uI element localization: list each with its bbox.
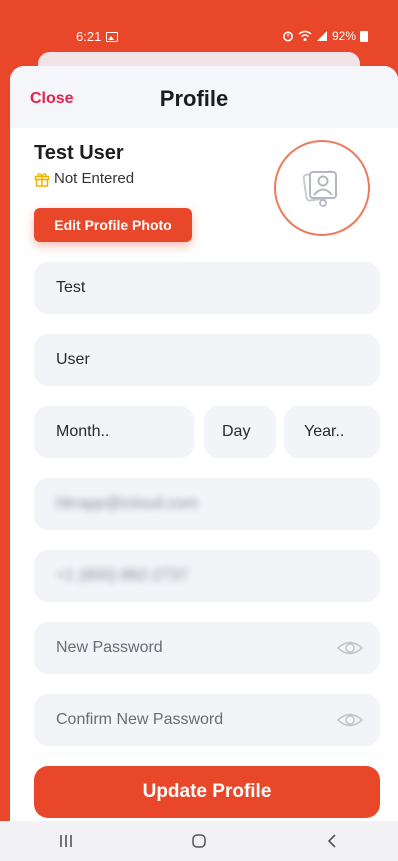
wifi-icon <box>298 30 312 41</box>
phone-value: +1 (800) 882-2737 <box>56 567 189 584</box>
birth-month-placeholder: Month.. <box>56 423 110 440</box>
recents-icon <box>60 835 73 847</box>
birthday-value: Not Entered <box>54 170 135 187</box>
status-time-group: 6:21 <box>76 29 119 44</box>
birth-day-select[interactable]: Day <box>204 406 276 458</box>
eye-icon[interactable] <box>336 638 364 658</box>
profile-photo-icon <box>302 170 338 207</box>
battery-level: 92% <box>331 29 356 43</box>
status-time: 6:21 <box>76 29 102 44</box>
birthday-row: Not Entered <box>34 170 134 187</box>
alarm-icon <box>282 31 293 42</box>
birth-month-select[interactable]: Month.. <box>34 406 194 458</box>
last-name-field[interactable]: User <box>34 334 380 386</box>
status-bar: 6:21 92% <box>0 0 398 58</box>
first-name-value: Test <box>56 279 86 296</box>
birth-day-placeholder: Day <box>222 423 251 440</box>
status-icons: 92% <box>282 29 368 43</box>
email-field[interactable]: hkrapp@icloud.com <box>34 478 380 530</box>
page-title: Profile <box>159 86 229 111</box>
new-password-field[interactable]: New Password <box>34 622 380 674</box>
update-profile-button[interactable]: Update Profile <box>34 766 380 818</box>
birth-year-select[interactable]: Year.. <box>284 406 380 458</box>
nav-back-button[interactable] <box>302 826 362 856</box>
back-icon <box>327 834 336 848</box>
new-password-placeholder: New Password <box>56 639 163 656</box>
eye-icon[interactable] <box>336 710 364 730</box>
profile-sheet: Close Profile Test User Not Entered Edit… <box>10 66 398 821</box>
nav-home-button[interactable] <box>169 826 229 856</box>
confirm-password-placeholder: Confirm New Password <box>56 711 224 728</box>
system-nav-bar <box>0 821 398 861</box>
first-name-field[interactable]: Test <box>34 262 380 314</box>
gift-icon <box>34 172 50 187</box>
edit-profile-photo-button[interactable]: Edit Profile Photo <box>34 208 192 242</box>
signal-icon <box>316 31 327 41</box>
confirm-password-field[interactable]: Confirm New Password <box>34 694 380 746</box>
home-icon <box>192 834 206 848</box>
nav-recents-button[interactable] <box>36 826 96 856</box>
battery-icon <box>360 30 368 42</box>
profile-photo[interactable] <box>274 140 370 236</box>
user-name: Test User <box>34 142 124 164</box>
phone-field[interactable]: +1 (800) 882-2737 <box>34 550 380 602</box>
last-name-value: User <box>56 351 90 368</box>
gallery-icon <box>106 31 119 42</box>
email-value: hkrapp@icloud.com <box>56 495 198 512</box>
sheet-header: Close Profile <box>10 66 398 128</box>
birth-year-placeholder: Year.. <box>304 423 345 440</box>
